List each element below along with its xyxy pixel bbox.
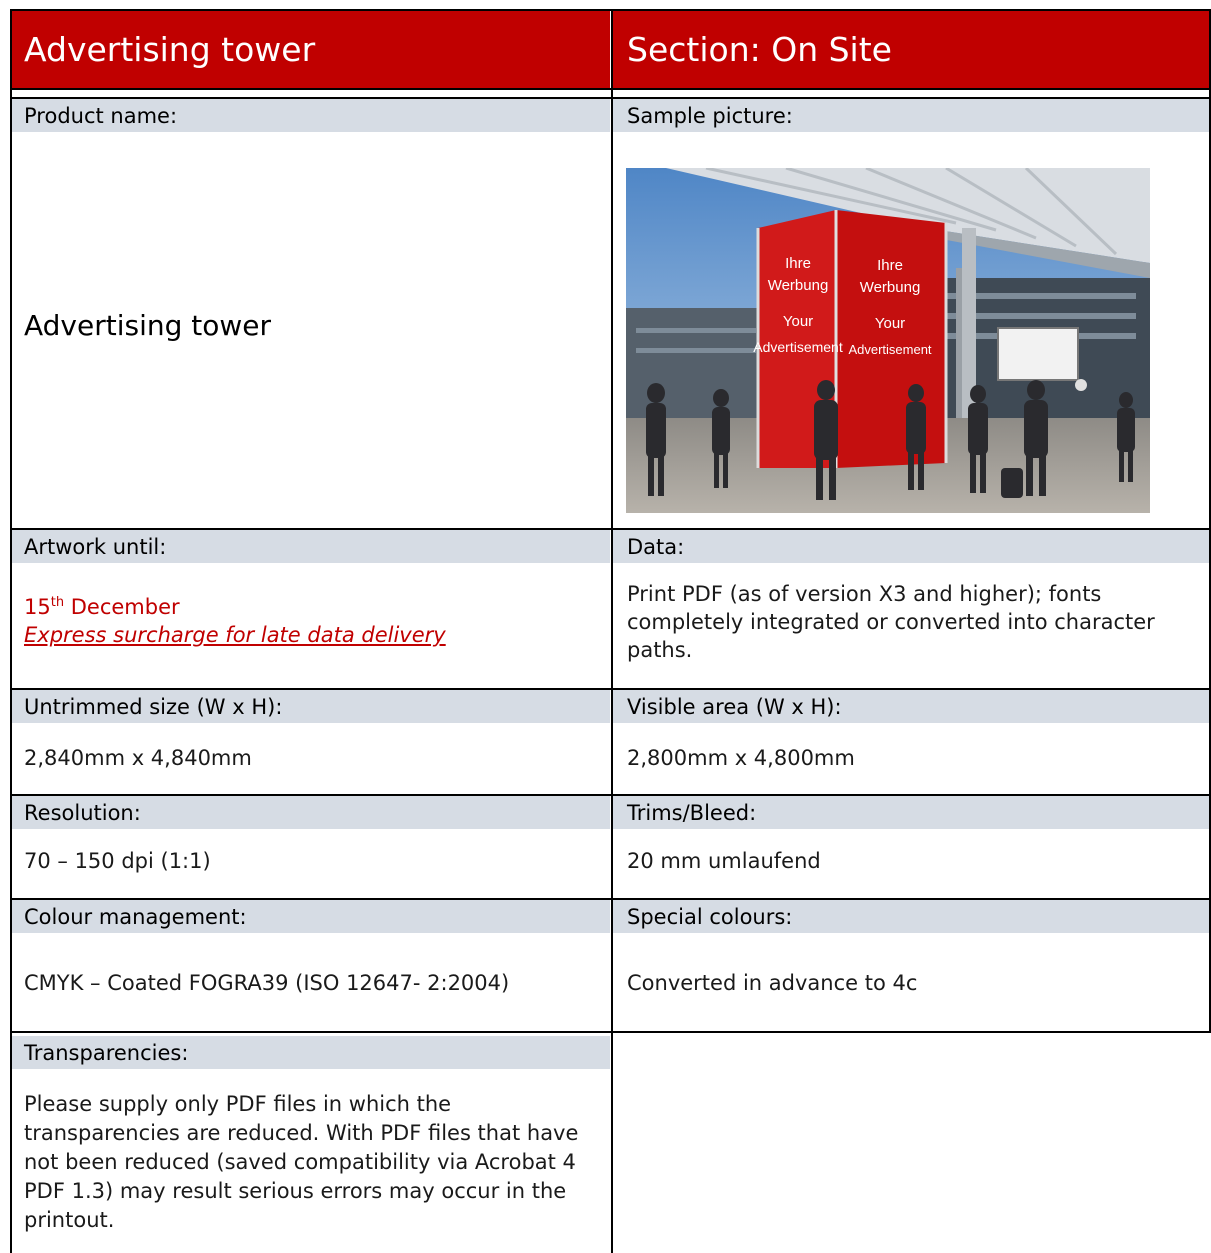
grid-line-row-5 <box>10 1031 1211 1033</box>
untrimmed-label: Untrimmed size (W x H): <box>24 695 283 719</box>
section-title: Section: On Site <box>627 30 892 69</box>
tower-text-right-1: Ihre <box>877 257 903 274</box>
transparencies-label: Transparencies: <box>24 1041 189 1065</box>
untrimmed-label-bar: Untrimmed size (W x H): <box>10 690 610 723</box>
data-value: Print PDF (as of version X3 and higher);… <box>627 582 1155 662</box>
grid-line-row-3 <box>10 794 1211 796</box>
colour-label: Colour management: <box>24 905 247 929</box>
artwork-label: Artwork until: <box>24 535 167 559</box>
sample-picture-label-bar: Sample picture: <box>613 99 1211 132</box>
grid-line-middle <box>611 10 613 1253</box>
visible-label-bar: Visible area (W x H): <box>613 690 1211 723</box>
tower-text-left-1: Ihre <box>785 255 811 272</box>
grid-line-left <box>10 10 12 1253</box>
spec-sheet: Advertising tower Section: On Site Produ… <box>0 0 1211 1253</box>
artwork-date-day: 15 <box>24 595 51 619</box>
sample-picture: Ihre Werbung Your Advertisement Ihre Wer… <box>626 168 1150 513</box>
trims-value: 20 mm umlaufend <box>627 849 821 873</box>
artwork-date-month: December <box>64 595 180 619</box>
trims-label-bar: Trims/Bleed: <box>613 796 1211 829</box>
resolution-value: 70 – 150 dpi (1:1) <box>24 849 211 873</box>
tower-text-left-3: Your <box>783 313 813 330</box>
visible-value: 2,800mm x 4,800mm <box>627 746 855 770</box>
resolution-label: Resolution: <box>24 801 141 825</box>
tower-text-right-3: Your <box>875 315 905 332</box>
express-surcharge-link[interactable]: Express surcharge for late data delivery <box>24 623 446 647</box>
tower-text-left-4: Advertisement <box>753 339 843 355</box>
sample-picture-illustration: Ihre Werbung Your Advertisement Ihre Wer… <box>626 168 1150 513</box>
artwork-label-bar: Artwork until: <box>10 530 610 563</box>
artwork-date: 15th December <box>24 594 180 621</box>
grid-line-row-2 <box>10 688 1211 690</box>
colour-value: CMYK – Coated FOGRA39 (ISO 12647- 2:2004… <box>24 971 510 995</box>
transparencies-label-bar: Transparencies: <box>10 1036 610 1069</box>
colour-label-bar: Colour management: <box>10 900 610 933</box>
grid-line-row-1 <box>10 528 1211 530</box>
special-value: Converted in advance to 4c <box>627 971 918 995</box>
trims-label: Trims/Bleed: <box>627 801 757 825</box>
product-name-value: Advertising tower <box>24 309 272 342</box>
data-label: Data: <box>627 535 685 559</box>
untrimmed-value: 2,840mm x 4,840mm <box>24 746 252 770</box>
visible-label: Visible area (W x H): <box>627 695 842 719</box>
header-section-bar: Section: On Site <box>613 10 1211 88</box>
artwork-date-suffix: th <box>50 595 65 610</box>
page-title: Advertising tower <box>24 30 316 69</box>
express-surcharge-link-wrap: Express surcharge for late data delivery <box>24 622 446 649</box>
grid-line-row-4 <box>10 898 1211 900</box>
tower-text-right-2: Werbung <box>860 279 921 296</box>
grid-line-top <box>10 9 1211 11</box>
product-name-label-bar: Product name: <box>10 99 610 132</box>
product-name-label: Product name: <box>24 104 178 128</box>
grid-line-header-bottom <box>10 88 1211 90</box>
data-label-bar: Data: <box>613 530 1211 563</box>
resolution-label-bar: Resolution: <box>10 796 610 829</box>
grid-line-header-gap <box>10 97 1211 99</box>
header-title-bar: Advertising tower <box>10 10 610 88</box>
special-label-bar: Special colours: <box>613 900 1211 933</box>
tower-text-right-4: Advertisement <box>848 342 931 357</box>
special-label: Special colours: <box>627 905 793 929</box>
tower-text-left-2: Werbung <box>768 277 829 294</box>
transparencies-value: Please supply only PDF files in which th… <box>24 1092 579 1232</box>
sample-picture-label: Sample picture: <box>627 104 793 128</box>
